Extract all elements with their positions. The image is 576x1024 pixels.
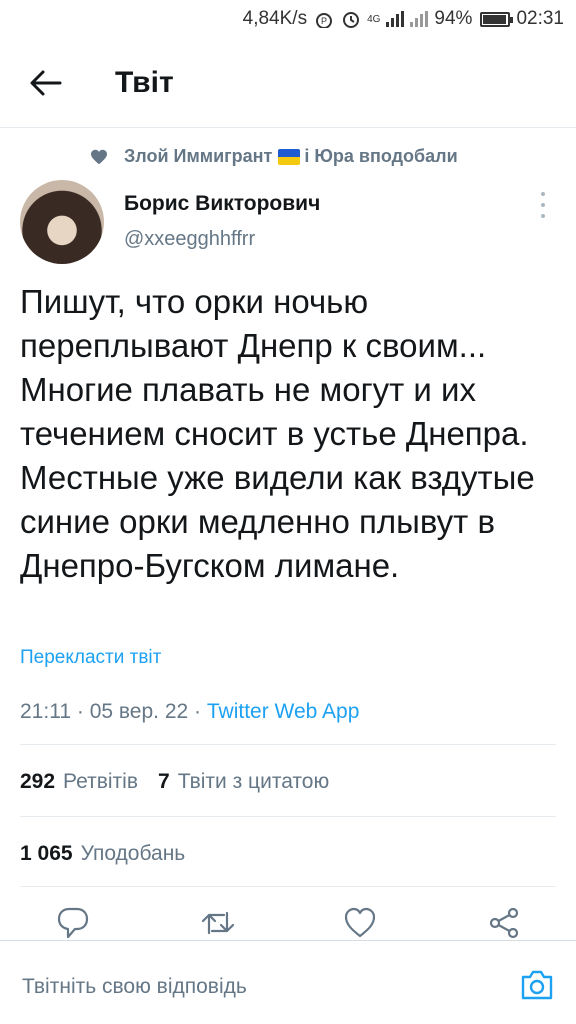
- more-options-icon[interactable]: [538, 192, 548, 218]
- avatar[interactable]: [20, 180, 104, 264]
- tweet-meta: 21:11 · 05 вер. 22 · Twitter Web App: [20, 700, 359, 724]
- retweets-stat[interactable]: 292 Ретвітів: [20, 770, 138, 794]
- quotes-stat[interactable]: 7 Твіти з цитатою: [158, 770, 329, 794]
- author-name[interactable]: Борис Викторович: [124, 192, 320, 216]
- retweets-count: 292: [20, 770, 56, 793]
- quotes-label: Твіти з цитатою: [177, 770, 330, 793]
- divider: [20, 886, 556, 887]
- translate-tweet-link[interactable]: Перекласти твіт: [20, 647, 161, 669]
- liked-by-line[interactable]: Злой Иммигрант і Юра вподобали: [90, 146, 458, 167]
- divider: [20, 816, 556, 817]
- network-speed: 4,84K/s: [242, 8, 308, 29]
- quotes-count: 7: [158, 770, 170, 793]
- battery-icon: [480, 11, 514, 27]
- alarm-icon: [341, 9, 361, 29]
- tweet-date: 05 вер. 22: [89, 700, 189, 723]
- like-icon[interactable]: [342, 905, 378, 941]
- retweet-stats: 292 Ретвітів 7 Твіти з цитатою: [20, 770, 329, 794]
- header: Твіт: [0, 38, 576, 128]
- reply-icon[interactable]: [55, 905, 91, 941]
- ukraine-flag-icon: [278, 148, 301, 165]
- meta-separator: ·: [194, 700, 202, 723]
- svg-text:P: P: [321, 16, 327, 26]
- liked-by-user: Злой Иммигрант: [124, 146, 273, 166]
- page-title: Твіт: [115, 66, 174, 99]
- signal-icon: [386, 11, 405, 27]
- arrow-left-icon[interactable]: [28, 68, 64, 98]
- signal-sim2-icon: [410, 11, 429, 27]
- divider: [20, 744, 556, 745]
- camera-icon[interactable]: [519, 969, 555, 1001]
- likes-stat[interactable]: 1 065 Уподобань: [20, 842, 185, 866]
- heart-icon: [91, 149, 107, 164]
- clock: 02:31: [516, 8, 564, 29]
- tweet-time: 21:11: [20, 700, 71, 723]
- retweets-label: Ретвітів: [63, 770, 138, 793]
- retweet-icon[interactable]: [200, 905, 236, 941]
- status-bar: 4,84K/s P 4G 94% 02:31: [0, 0, 576, 38]
- liked-by-suffix: і Юра вподобали: [304, 146, 458, 166]
- battery-percent: 94%: [434, 8, 473, 29]
- meta-separator: ·: [76, 700, 84, 723]
- share-icon[interactable]: [486, 905, 522, 941]
- tweet-source-link[interactable]: Twitter Web App: [207, 700, 360, 723]
- likes-label: Уподобань: [80, 842, 186, 865]
- author-handle[interactable]: @xxeegghhffrr: [124, 228, 255, 251]
- tweet-text: Пишут, что орки ночью переплывают Днепр …: [20, 283, 535, 584]
- wifi-icon: P: [313, 10, 335, 28]
- network-type: 4G: [367, 13, 381, 25]
- reply-input[interactable]: Твітніть свою відповідь: [22, 975, 247, 999]
- reply-bar: Твітніть свою відповідь: [0, 940, 576, 1024]
- likes-count: 1 065: [20, 842, 73, 865]
